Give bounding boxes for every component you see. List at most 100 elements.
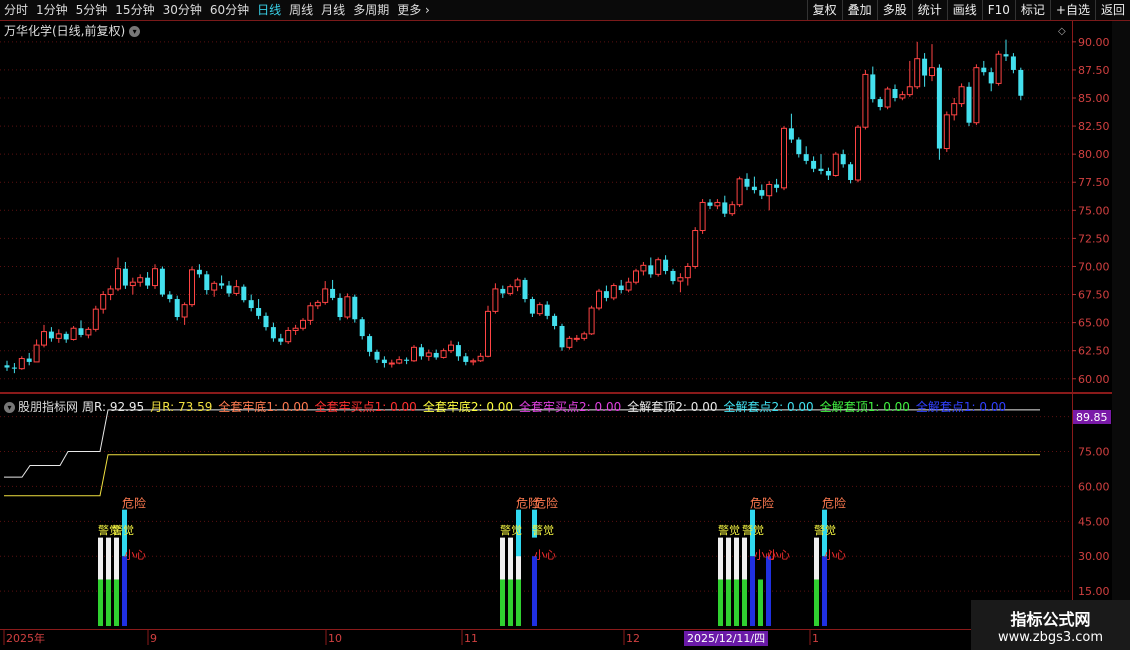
candle-body: [995, 53, 1002, 84]
candle-body: [818, 168, 824, 171]
candle-body: [759, 190, 765, 196]
signal-bar: [718, 579, 723, 626]
candle-body: [951, 103, 958, 116]
candle-body: [285, 329, 292, 343]
signal-bar: [726, 537, 731, 580]
weekly-r-line: [4, 409, 1040, 478]
candle-body: [167, 294, 173, 300]
candle-body: [744, 178, 750, 187]
y-tick-label: 70.00: [1078, 260, 1110, 273]
candle-body: [514, 279, 521, 288]
current-value-label: 89.85: [1076, 411, 1108, 424]
indicator-field: 月R: 73.59: [150, 400, 213, 414]
signal-bar: [122, 556, 127, 626]
signal-bar: [742, 579, 747, 626]
candle-body: [41, 331, 47, 346]
signal-bar: [734, 537, 739, 580]
watermark-url: www.zbgs3.com: [997, 630, 1104, 645]
alert-label: 警觉: [532, 523, 554, 537]
candle-body: [33, 344, 40, 363]
candle-body: [92, 308, 99, 330]
candle-body: [359, 319, 365, 337]
candle-body: [825, 171, 831, 176]
candle-body: [663, 259, 669, 271]
candle-body: [145, 277, 151, 286]
candle-body: [699, 201, 706, 232]
candle-body: [122, 268, 128, 286]
danger-label: 危险: [822, 495, 846, 510]
candle-body: [300, 319, 306, 329]
diamond-icon[interactable]: ◇: [1058, 26, 1066, 37]
candle-body: [425, 352, 432, 357]
candle-body: [137, 277, 144, 283]
candle-body: [559, 325, 565, 348]
signal-bar: [718, 537, 723, 580]
candle-body: [736, 178, 743, 206]
candle-body: [26, 358, 32, 362]
indicator-lines: [4, 409, 1040, 497]
candle-body: [862, 73, 869, 128]
indicator-field: 全套牢底2: 0.00: [422, 400, 514, 414]
chart-area[interactable]: 90.00 87.50 85.00 82.50 80.00 77.50 75.00 72.50…: [0, 0, 1130, 650]
candle-body: [811, 160, 817, 169]
candle-body: [11, 367, 17, 369]
indicator-field: 全解套顶1: 0.00: [819, 400, 910, 414]
candle-body: [440, 350, 447, 358]
candle-body: [181, 304, 188, 318]
indicator-field: 全套牢买点2: 0.00: [519, 400, 622, 414]
chevron-down-icon[interactable]: ▾: [4, 402, 15, 413]
candle-body: [988, 72, 994, 84]
candle-body: [832, 153, 839, 176]
candle-body: [226, 285, 232, 294]
candle-body: [692, 230, 699, 267]
alert-label: 警觉: [112, 523, 134, 537]
candle-body: [85, 328, 92, 336]
candle-body: [159, 268, 165, 295]
candle-body: [640, 264, 647, 272]
signal-bar: [98, 537, 103, 580]
candle-body: [115, 268, 121, 290]
candle-body: [463, 356, 469, 362]
candle-body: [1003, 54, 1009, 57]
candle-body: [603, 291, 609, 298]
candle-body: [922, 58, 928, 76]
candle-body: [241, 286, 247, 301]
candle-body: [966, 86, 972, 123]
alert-label: 警觉: [742, 523, 764, 537]
candle-body: [100, 294, 107, 310]
candle-body: [500, 288, 506, 294]
y-tick-label: 67.50: [1078, 289, 1110, 302]
candle-body: [433, 352, 439, 358]
candle-body: [189, 269, 195, 306]
watermark-title: 指标公式网: [1010, 610, 1091, 629]
candlestick-series: [4, 39, 1024, 374]
candle-body: [751, 186, 757, 191]
x-tick-label: 9: [150, 632, 157, 645]
candle-body: [914, 58, 921, 88]
candle-body: [596, 290, 602, 309]
signal-bar: [750, 556, 755, 626]
indicator-bars: 危险 危险危险 危险 危险警觉警觉 警觉 警觉 警觉 警觉 警觉小心 小心 小心小心 小心: [98, 495, 846, 626]
y-tick-label: 62.50: [1078, 345, 1110, 358]
candle-body: [152, 268, 158, 287]
x-tick-label: 12: [626, 632, 640, 645]
y-tick-label: 45.00: [1078, 515, 1110, 528]
candle-body: [256, 308, 262, 316]
candle-body: [581, 333, 588, 339]
candle-body: [655, 259, 662, 275]
candle-body: [870, 74, 876, 100]
signal-bar: [758, 579, 763, 626]
candle-body: [522, 279, 528, 300]
y-tick-label: 15.00: [1078, 585, 1110, 598]
indicator-y-axis: 90.0075.0060.0045.0030.0015.0089.85: [1073, 409, 1111, 598]
candle-body: [610, 285, 617, 299]
candle-body: [248, 300, 254, 309]
cursor-date: 2025/12/11/四: [684, 631, 769, 646]
candle-body: [4, 365, 10, 368]
candle-body: [958, 86, 965, 105]
caution-label: 小心: [768, 549, 790, 562]
candle-body: [396, 359, 403, 364]
signal-bar: [814, 537, 819, 580]
alert-label: 警觉: [814, 523, 836, 537]
signal-bar: [98, 579, 103, 626]
